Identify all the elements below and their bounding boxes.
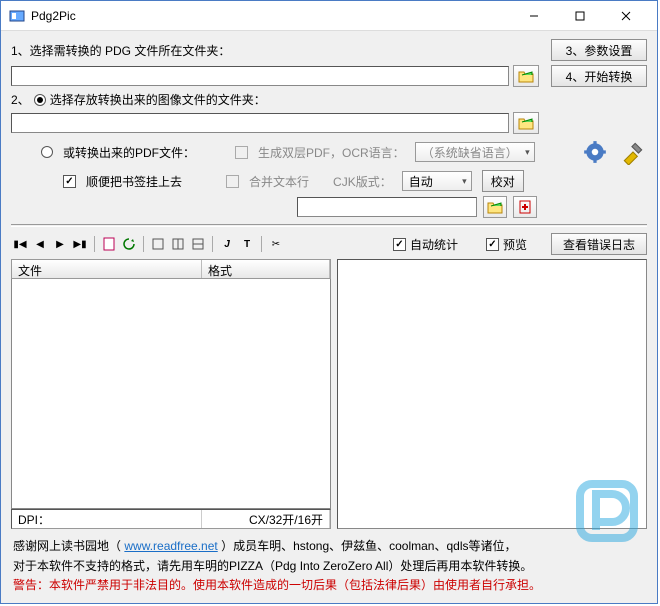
file-list[interactable] [11, 279, 331, 509]
tools-wrench-icon[interactable] [619, 138, 647, 166]
footer-warning: 警告：本软件严禁用于非法目的。使用本软件造成的一切后果（包括法律后果）由使用者自… [13, 576, 645, 595]
open-file-button[interactable] [483, 196, 507, 218]
double-pdf-label: 生成双层PDF，OCR语言： [258, 144, 405, 161]
footer: 感谢网上读书园地（ www.readfree.net ）成员车明、hstong、… [11, 533, 647, 597]
step1-row: 1、选择需转换的 PDG 文件所在文件夹： 3、参数设置 [11, 39, 647, 61]
readfree-link[interactable]: www.readfree.net [124, 539, 217, 553]
divider [11, 224, 647, 227]
add-file-button[interactable] [513, 196, 537, 218]
cjk-select[interactable]: 自动 [402, 171, 472, 191]
params-button[interactable]: 3、参数设置 [551, 39, 647, 61]
preview-group: 预览 [486, 236, 527, 253]
footer-line1: 感谢网上读书园地（ www.readfree.net ）成员车明、hstong、… [13, 537, 645, 556]
auto-stat-checkbox[interactable] [393, 238, 406, 251]
status-bar: DPI： CX/32开/16开 [11, 509, 331, 529]
view1-icon[interactable] [149, 235, 167, 253]
t-icon[interactable]: T [238, 235, 256, 253]
last-icon[interactable]: ▶▮ [71, 235, 89, 253]
step1-label: 1、选择需转换的 PDG 文件所在文件夹： [11, 42, 230, 59]
minimize-button[interactable] [511, 1, 557, 31]
close-button[interactable] [603, 1, 649, 31]
mid-icon-row [11, 196, 537, 218]
cx-cell: CX/32开/16开 [202, 510, 330, 528]
proof-button[interactable]: 校对 [482, 170, 524, 192]
start-button[interactable]: 4、开始转换 [551, 65, 647, 87]
step2-label: 选择存放转换出来的图像文件的文件夹： [50, 91, 266, 108]
footer-line2: 对于本软件不支持的格式，请先用车明的PIZZA（Pdg Into ZeroZer… [13, 557, 645, 576]
col-file[interactable]: 文件 [12, 260, 202, 278]
browse-pdg-button[interactable] [513, 65, 539, 87]
cjk-label: CJK版式： [333, 173, 392, 190]
preview-checkbox[interactable] [486, 238, 499, 251]
step2-row: 2、 选择存放转换出来的图像文件的文件夹： [11, 91, 647, 108]
auto-stat-label: 自动统计 [410, 236, 458, 253]
error-log-button[interactable]: 查看错误日志 [551, 233, 647, 255]
merge-text-label: 合并文本行 [249, 173, 309, 190]
settings-gear-icon[interactable] [581, 138, 609, 166]
ocr-lang-select: （系统缺省语言） [415, 142, 535, 162]
first-icon[interactable]: ▮◀ [11, 235, 29, 253]
app-window: Pdg2Pic 1、选择需转换的 PDG 文件所在文件夹： 3、参数设置 4、开… [0, 0, 658, 604]
preview-label: 预览 [503, 236, 527, 253]
pdg-folder-input[interactable] [11, 66, 509, 86]
j-icon[interactable]: J [218, 235, 236, 253]
auto-stat-group: 自动统计 [393, 236, 458, 253]
panels: 文件 格式 DPI： CX/32开/16开 [11, 259, 647, 529]
app-icon [9, 8, 25, 24]
table-header: 文件 格式 [11, 259, 331, 279]
mid-input[interactable] [297, 197, 477, 217]
bookmark-row: 顺便把书签挂上去 合并文本行 CJK版式： 自动 校对 [11, 170, 647, 192]
output-folder-radio[interactable] [34, 94, 46, 106]
step1-input-row: 4、开始转换 [11, 65, 647, 87]
double-pdf-checkbox [235, 146, 248, 159]
pdf-radio-label: 或转换出来的PDF文件： [63, 144, 195, 161]
toolbar-row: ▮◀ ◀ ▶ ▶▮ J T ✂ 自动统计 [11, 233, 647, 255]
view2-icon[interactable] [169, 235, 187, 253]
refresh-icon[interactable] [120, 235, 138, 253]
output-folder-input[interactable] [11, 113, 509, 133]
browse-output-button[interactable] [513, 112, 539, 134]
dpi-cell: DPI： [12, 510, 202, 528]
maximize-button[interactable] [557, 1, 603, 31]
bookmark-label: 顺便把书签挂上去 [86, 173, 182, 190]
nav-toolbar: ▮◀ ◀ ▶ ▶▮ J T ✂ [11, 233, 285, 255]
col-format[interactable]: 格式 [202, 260, 330, 278]
cut-icon[interactable]: ✂ [267, 235, 285, 253]
doc-icon[interactable] [100, 235, 118, 253]
content-area: 1、选择需转换的 PDG 文件所在文件夹： 3、参数设置 4、开始转换 2、 选… [1, 31, 657, 603]
output-pdf-radio[interactable] [41, 146, 53, 158]
titlebar: Pdg2Pic [1, 1, 657, 31]
merge-text-checkbox [226, 175, 239, 188]
bookmark-checkbox[interactable] [63, 175, 76, 188]
preview-panel [337, 259, 647, 529]
prev-icon[interactable]: ◀ [31, 235, 49, 253]
left-panel: 文件 格式 DPI： CX/32开/16开 [11, 259, 331, 529]
step2-prefix: 2、 [11, 91, 30, 108]
pdf-options-row: 或转换出来的PDF文件： 生成双层PDF，OCR语言： （系统缺省语言） [11, 138, 647, 166]
view3-icon[interactable] [189, 235, 207, 253]
window-title: Pdg2Pic [31, 9, 511, 23]
step2-input-row [11, 112, 647, 134]
next-icon[interactable]: ▶ [51, 235, 69, 253]
